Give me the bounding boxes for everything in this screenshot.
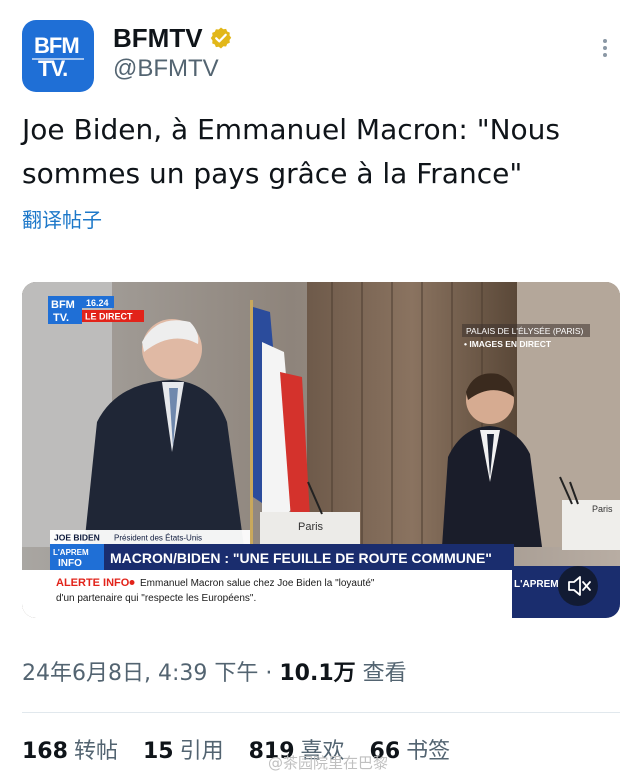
views-count: 10.1万 (279, 661, 356, 686)
live-images-label: • IMAGES EN DIRECT (464, 339, 552, 349)
more-options-icon[interactable] (596, 36, 614, 62)
account-name-row[interactable]: BFMTV (113, 22, 233, 54)
speaker-name: JOE BIDEN (54, 533, 100, 543)
video-headline: MACRON/BIDEN : "UNE FEUILLE DE ROUTE COM… (110, 550, 492, 566)
video-media[interactable]: Paris Paris BFM TV. 16.24 LE DIRECT PALA… (22, 282, 620, 618)
tweet-meta: 24年6月8日, 4:39 下午 · 10.1万 查看 (22, 655, 407, 687)
divider (22, 712, 620, 713)
bfm-logo-bottom: TV. (53, 312, 69, 324)
translate-post-link[interactable]: 翻译帖子 (22, 204, 102, 233)
views-label: 查看 (362, 661, 407, 686)
tweet-text: Joe Biden, à Emmanuel Macron: "Nous somm… (22, 113, 561, 190)
show-tag-top: L'APREM (53, 548, 89, 557)
alert-text-2: d'un partenaire qui "respecte les Europé… (56, 593, 256, 604)
broadcast-time: 16.24 (86, 298, 109, 308)
reposts-label: 转帖 (73, 739, 118, 764)
show-tag-bottom: INFO (58, 558, 82, 569)
verified-badge-icon (210, 27, 231, 49)
bfm-logo-top: BFM (51, 299, 75, 311)
bookmarks-label: 书签 (406, 739, 451, 764)
reposts-count: 168 (22, 739, 68, 764)
live-tag: LE DIRECT (85, 312, 133, 322)
alert-text-1: Emmanuel Macron salue chez Joe Biden la … (140, 578, 375, 589)
quotes-count: 15 (142, 739, 174, 764)
meta-separator: · (265, 661, 273, 686)
avatar[interactable]: BFM TV. (22, 20, 94, 92)
reposts-stat[interactable]: 168 转帖 (22, 739, 136, 764)
account-name[interactable]: BFMTV (113, 23, 203, 54)
tweet-timestamp[interactable]: 24年6月8日, 4:39 下午 (22, 661, 258, 686)
speaker-muted-icon (568, 576, 591, 596)
mute-button[interactable] (558, 566, 598, 606)
account-handle[interactable]: @BFMTV (113, 55, 219, 83)
location-label: PALAIS DE L'ÉLYSÉE (PARIS) (466, 326, 584, 336)
podium-right-label: Paris (592, 504, 613, 514)
alert-label: ALERTE INFO (56, 577, 130, 589)
corner-show-label: L'APREM (514, 579, 559, 590)
video-frame: Paris Paris BFM TV. 16.24 LE DIRECT PALA… (22, 282, 620, 618)
engagement-stats: 168 转帖 15 引用 819 喜欢 66 书签 (22, 733, 468, 765)
podium-left-label: Paris (298, 521, 324, 533)
quotes-stat[interactable]: 15 引用 (143, 739, 242, 764)
watermark: @茶园院里在巴黎 (268, 754, 389, 772)
quotes-label: 引用 (179, 739, 224, 764)
avatar-text-bottom: TV. (38, 56, 68, 81)
speaker-title: Président des États-Unis (114, 534, 202, 543)
